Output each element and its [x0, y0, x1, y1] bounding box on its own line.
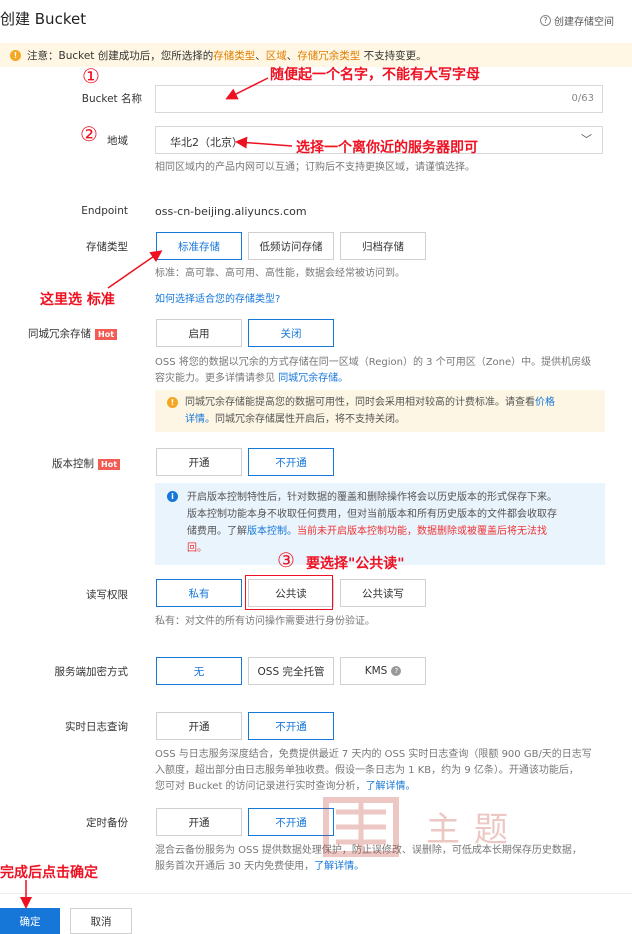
- arrow-to-name-input: [225, 77, 269, 100]
- arrow-to-region-select: [235, 136, 293, 149]
- arrow-to-standard: [107, 250, 163, 289]
- annotation-arrows: [20, 77, 293, 909]
